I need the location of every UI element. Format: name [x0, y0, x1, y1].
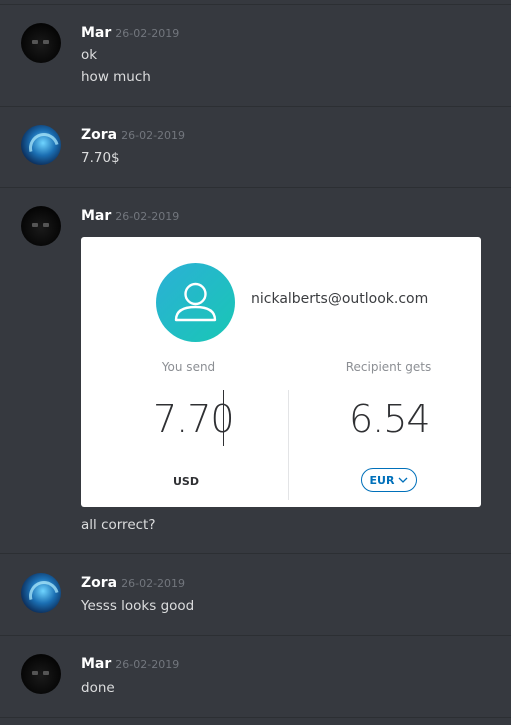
you-send-label: You send [161, 360, 216, 374]
receive-currency-select[interactable]: EUR [361, 468, 417, 492]
message-divider [0, 635, 511, 636]
message-divider [0, 187, 511, 188]
message-author[interactable]: Mar 26-02-2019 [81, 25, 179, 41]
message-text: how much [81, 69, 151, 85]
message-author[interactable]: Zora 26-02-2019 [81, 127, 185, 143]
text-caret [223, 390, 224, 446]
send-currency: USD [173, 475, 199, 488]
avatar[interactable] [21, 573, 61, 613]
recipient-gets-label: Recipient gets [345, 360, 432, 374]
message-divider [0, 106, 511, 107]
avatar[interactable] [21, 206, 61, 246]
payment-screenshot-card[interactable]: nickalberts@outlook.com You send Recipie… [81, 237, 481, 507]
avatar[interactable] [21, 125, 61, 165]
message-author[interactable]: Zora 26-02-2019 [81, 575, 185, 591]
message-timestamp: 26-02-2019 [121, 577, 186, 590]
message-author[interactable]: Mar 26-02-2019 [81, 208, 179, 224]
send-amount-input[interactable]: 7.70 [153, 397, 235, 441]
recipient-avatar-circle [156, 263, 235, 342]
message-divider [0, 553, 511, 554]
message-text: ok [81, 47, 98, 63]
message-text: done [81, 680, 115, 696]
message-divider [0, 4, 511, 5]
message-text: 7.70$ [81, 150, 120, 166]
message-timestamp: 26-02-2019 [115, 27, 180, 40]
chevron-down-icon [398, 477, 408, 483]
avatar[interactable] [21, 654, 61, 694]
message-text: all correct? [81, 517, 156, 533]
message-divider [0, 717, 511, 718]
amount-divider [288, 390, 289, 500]
message-timestamp: 26-02-2019 [121, 129, 186, 142]
avatar[interactable] [21, 23, 61, 63]
recipient-email: nickalberts@outlook.com [251, 291, 429, 307]
receive-amount: 6.54 [349, 397, 431, 441]
message-timestamp: 26-02-2019 [115, 658, 180, 671]
message-author[interactable]: Mar 26-02-2019 [81, 656, 179, 672]
receive-currency-label: EUR [369, 473, 395, 487]
message-text: Yesss looks good [81, 598, 195, 614]
message-timestamp: 26-02-2019 [115, 210, 180, 223]
user-icon [174, 282, 217, 322]
